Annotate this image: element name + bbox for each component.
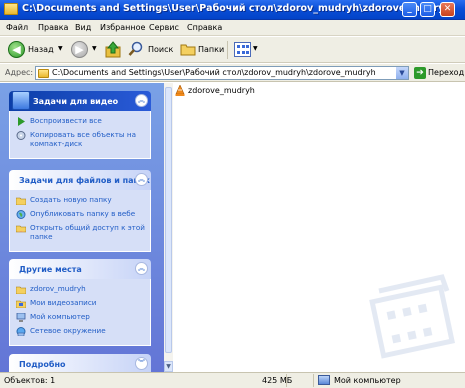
video-tasks-title: Задачи для видео — [33, 97, 119, 106]
task-pane-scrollbar[interactable]: ▼ — [164, 83, 173, 372]
back-button[interactable]: ◀ — [8, 41, 25, 58]
task-label: zdorov_mudryh — [30, 284, 86, 293]
forward-arrow-icon: ▶ — [75, 43, 84, 56]
scrollbar-thumb[interactable] — [165, 87, 172, 353]
address-dropdown-icon[interactable]: ▼ — [396, 67, 408, 79]
task-label: Мой компьютер — [30, 312, 90, 321]
place-my-videos[interactable]: Мои видеозаписи — [10, 297, 150, 310]
task-label: Копировать все объекты на компакт-диск — [30, 130, 136, 148]
file-tasks-body: Создать новую папку Опубликовать папку в… — [9, 190, 151, 252]
other-places-title: Другие места — [19, 265, 82, 274]
up-folder-icon[interactable] — [105, 41, 121, 58]
folder-icon — [4, 3, 18, 15]
search-icon[interactable] — [128, 41, 144, 57]
task-label: Мои видеозаписи — [30, 298, 97, 307]
scroll-down-icon[interactable]: ▼ — [164, 361, 173, 372]
task-label: Создать новую папку — [30, 195, 112, 204]
vlc-media-file-icon — [175, 85, 185, 96]
task-label: Открыть общий доступ к этой папке — [30, 223, 145, 241]
folder-icon — [16, 286, 26, 294]
other-places-header[interactable]: Другие места ︽ — [9, 259, 151, 279]
address-input[interactable]: C:\Documents and Settings\User\Рабочий с… — [35, 66, 409, 80]
menu-help[interactable]: Справка — [187, 23, 222, 32]
task-copy-to-cd[interactable]: Копировать все объекты на компакт-диск — [10, 129, 150, 151]
file-list[interactable]: zdorove_mudryh — [173, 83, 465, 372]
web-publish-icon — [16, 210, 26, 219]
collapse-icon[interactable]: ︽ — [135, 94, 148, 107]
back-arrow-icon: ◀ — [12, 43, 21, 56]
other-places-body: zdorov_mudryh Мои видеозаписи Мой компью… — [9, 279, 151, 346]
menu-view[interactable]: Вид — [75, 23, 91, 32]
cd-copy-icon — [16, 131, 26, 140]
file-name[interactable]: zdorove_mudryh — [188, 86, 255, 95]
status-divider — [313, 374, 314, 387]
collapse-icon[interactable]: ︽ — [135, 173, 148, 186]
details-title: Подробно — [19, 360, 66, 369]
details-header[interactable]: Подробно ︾ — [9, 354, 151, 372]
status-location: Мой компьютер — [334, 376, 401, 385]
menu-tools[interactable]: Сервис — [149, 23, 179, 32]
collapse-icon[interactable]: ︽ — [135, 262, 148, 275]
file-tasks-header[interactable]: Задачи для файлов и папок ︽ — [9, 170, 151, 190]
computer-icon — [16, 313, 26, 322]
network-icon — [16, 327, 26, 336]
close-button[interactable]: ✕ — [440, 2, 455, 17]
details-panel: Подробно ︾ — [9, 354, 151, 372]
window-title: C:\Documents and Settings\User\Рабочий с… — [22, 3, 452, 14]
menu-edit[interactable]: Правка — [38, 23, 68, 32]
task-publish-web[interactable]: Опубликовать папку в вебе — [10, 208, 150, 221]
go-arrow-icon[interactable]: ➔ — [414, 67, 426, 79]
address-label: Адрес: — [5, 68, 34, 77]
folders-icon[interactable] — [180, 42, 196, 56]
back-label[interactable]: Назад — [28, 45, 54, 54]
expand-icon[interactable]: ︾ — [135, 357, 148, 370]
status-size: 425 МБ — [262, 376, 293, 385]
task-label: Опубликовать папку в вебе — [30, 209, 136, 218]
share-folder-icon — [16, 225, 26, 233]
views-dropdown-icon[interactable]: ▼ — [253, 45, 258, 52]
address-bar: Адрес: C:\Documents and Settings\User\Ра… — [0, 64, 465, 82]
video-tasks-panel: Задачи для видео ︽ Воспроизвести все Коп… — [9, 91, 151, 159]
computer-icon — [318, 375, 330, 385]
menu-bar: Файл Правка Вид Избранное Сервис Справка — [0, 20, 465, 36]
play-icon — [18, 117, 25, 126]
go-button[interactable]: Переход — [428, 68, 464, 77]
task-new-folder[interactable]: Создать новую папку — [10, 194, 150, 207]
address-value[interactable]: C:\Documents and Settings\User\Рабочий с… — [52, 68, 376, 77]
toolbar: ◀ Назад ▼ ▶ ▼ Поиск Папки ▼ — [0, 37, 465, 63]
file-tasks-title: Задачи для файлов и папок — [19, 176, 150, 185]
search-label[interactable]: Поиск — [148, 45, 173, 54]
place-parent-folder[interactable]: zdorov_mudryh — [10, 283, 150, 296]
maximize-button[interactable]: □ — [420, 2, 435, 17]
task-play-all[interactable]: Воспроизвести все — [10, 115, 150, 128]
other-places-panel: Другие места ︽ zdorov_mudryh Мои видеоза… — [9, 259, 151, 346]
title-bar[interactable]: C:\Documents and Settings\User\Рабочий с… — [0, 0, 465, 20]
file-tasks-panel: Задачи для файлов и папок ︽ Создать нову… — [9, 170, 151, 252]
place-my-computer[interactable]: Мой компьютер — [10, 311, 150, 324]
menu-file[interactable]: Файл — [6, 23, 28, 32]
video-tasks-icon — [12, 91, 30, 110]
new-folder-icon — [16, 197, 26, 205]
back-dropdown-icon[interactable]: ▼ — [58, 45, 63, 52]
status-bar: Объектов: 1 425 МБ Мой компьютер — [0, 372, 465, 388]
task-label: Сетевое окружение — [30, 326, 106, 335]
task-pane: Задачи для видео ︽ Воспроизвести все Коп… — [0, 83, 164, 372]
toolbar-separator — [227, 41, 228, 59]
forward-dropdown-icon[interactable]: ▼ — [92, 45, 97, 52]
forward-button[interactable]: ▶ — [71, 41, 88, 58]
video-folder-icon — [16, 300, 26, 308]
folders-label[interactable]: Папки — [198, 45, 224, 54]
menu-favorites[interactable]: Избранное — [100, 23, 145, 32]
task-share-folder[interactable]: Открыть общий доступ к этой папке — [10, 222, 150, 244]
minimize-button[interactable]: _ — [402, 2, 417, 17]
views-icon[interactable] — [234, 42, 251, 57]
video-folder-watermark-icon — [369, 274, 456, 359]
video-tasks-header[interactable]: Задачи для видео ︽ — [9, 91, 151, 111]
video-tasks-body: Воспроизвести все Копировать все объекты… — [9, 111, 151, 159]
folder-icon — [38, 69, 49, 78]
place-network[interactable]: Сетевое окружение — [10, 325, 150, 338]
status-object-count: Объектов: 1 — [4, 376, 56, 385]
task-label: Воспроизвести все — [30, 116, 102, 125]
